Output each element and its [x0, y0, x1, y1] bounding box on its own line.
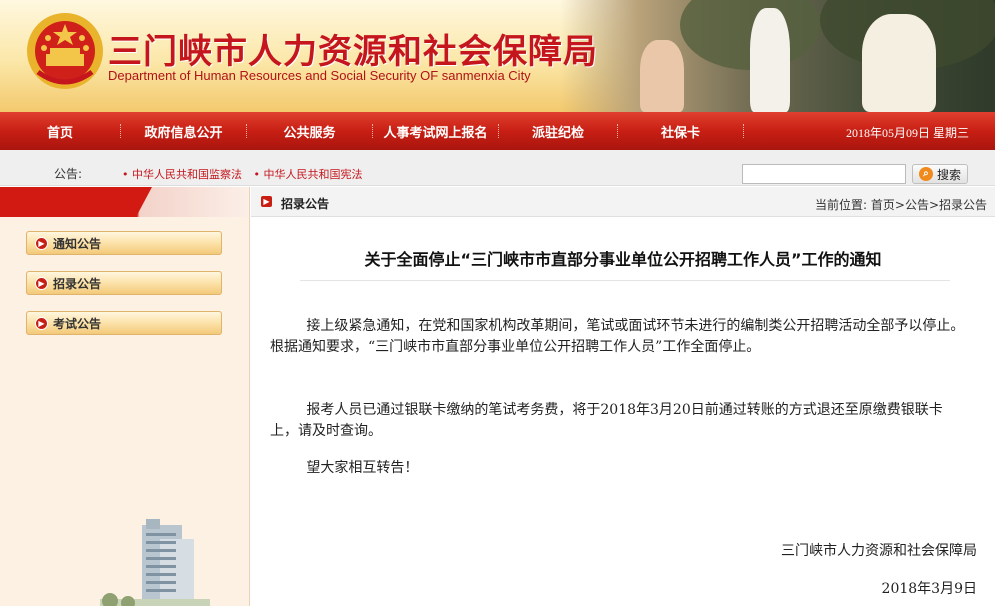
nav-home[interactable]: 首页	[0, 122, 120, 141]
nav-gov-info[interactable]: 政府信息公开	[121, 122, 246, 141]
banner-photo	[560, 0, 995, 112]
search-icon: ⌕	[918, 167, 933, 181]
header-banner: 三门峡市人力资源和社会保障局 Department of Human Resou…	[0, 0, 995, 112]
arrow-right-icon: ▶	[35, 236, 48, 250]
main-nav: 首页 政府信息公开 公共服务 人事考试网上报名 派驻纪检 社保卡 2018年05…	[0, 112, 995, 150]
signature-date: 2018年3月9日	[881, 581, 977, 597]
content-header: ▶ 招录公告 当前位置: 首页>公告>招录公告	[251, 187, 995, 217]
building-illustration	[100, 515, 210, 606]
article-paragraph: 接上级紧急通知，在党和国家机构改革期间，笔试或面试环节未进行的编制类公开招聘活动…	[270, 318, 965, 355]
signature-org: 三门峡市人力资源和社会保障局	[781, 543, 977, 559]
notice-links: • 中华人民共和国监察法 • 中华人民共和国宪法	[122, 166, 370, 182]
section-marker-icon: ▶	[261, 196, 272, 207]
article-paragraph: 报考人员已通过银联卡缴纳的笔试考务费，将于2018年3月20日前通过转账的方式退…	[270, 402, 943, 439]
article-paragraph: 望大家相互转告！	[306, 460, 419, 476]
national-emblem-icon	[27, 13, 103, 89]
nav-divider	[743, 124, 744, 138]
sidebar-item-recruitment[interactable]: ▶ 招录公告	[26, 271, 222, 295]
breadcrumb: 当前位置: 首页>公告>招录公告	[815, 198, 987, 212]
notice-link-constitution[interactable]: • 中华人民共和国宪法	[253, 168, 362, 181]
title-divider	[300, 280, 950, 281]
section-title: 招录公告	[281, 197, 330, 211]
search-input[interactable]	[742, 164, 906, 184]
sidebar-item-exams[interactable]: ▶ 考试公告	[26, 311, 222, 335]
current-date: 2018年05月09日 星期三	[845, 126, 969, 140]
arrow-right-icon: ▶	[35, 316, 48, 330]
nav-exam-registration[interactable]: 人事考试网上报名	[373, 122, 498, 141]
sidebar: ▶ 通知公告 ▶ 招录公告 ▶ 考试公告	[0, 187, 250, 606]
nav-discipline[interactable]: 派驻纪检	[499, 122, 617, 141]
sidebar-item-label: 通知公告	[53, 236, 102, 251]
search-button[interactable]: ⌕ 搜索	[912, 164, 968, 184]
nav-social-card[interactable]: 社保卡	[618, 122, 743, 141]
search-button-label: 搜索	[936, 167, 961, 182]
sidebar-header	[0, 187, 249, 217]
sidebar-item-notices[interactable]: ▶ 通知公告	[26, 231, 222, 255]
sidebar-item-label: 招录公告	[53, 276, 102, 291]
nav-public-service[interactable]: 公共服务	[247, 122, 372, 141]
arrow-right-icon: ▶	[35, 276, 48, 290]
sidebar-item-label: 考试公告	[53, 316, 102, 331]
site-title: 三门峡市人力资源和社会保障局	[108, 32, 598, 72]
notice-label: 公告:	[54, 167, 83, 181]
notice-link-supervision-law[interactable]: • 中华人民共和国监察法	[122, 168, 242, 181]
article-title: 关于全面停止“三门峡市市直部分事业单位公开招聘工作人员”工作的通知	[364, 250, 882, 269]
site-subtitle: Department of Human Resources and Social…	[108, 68, 531, 83]
